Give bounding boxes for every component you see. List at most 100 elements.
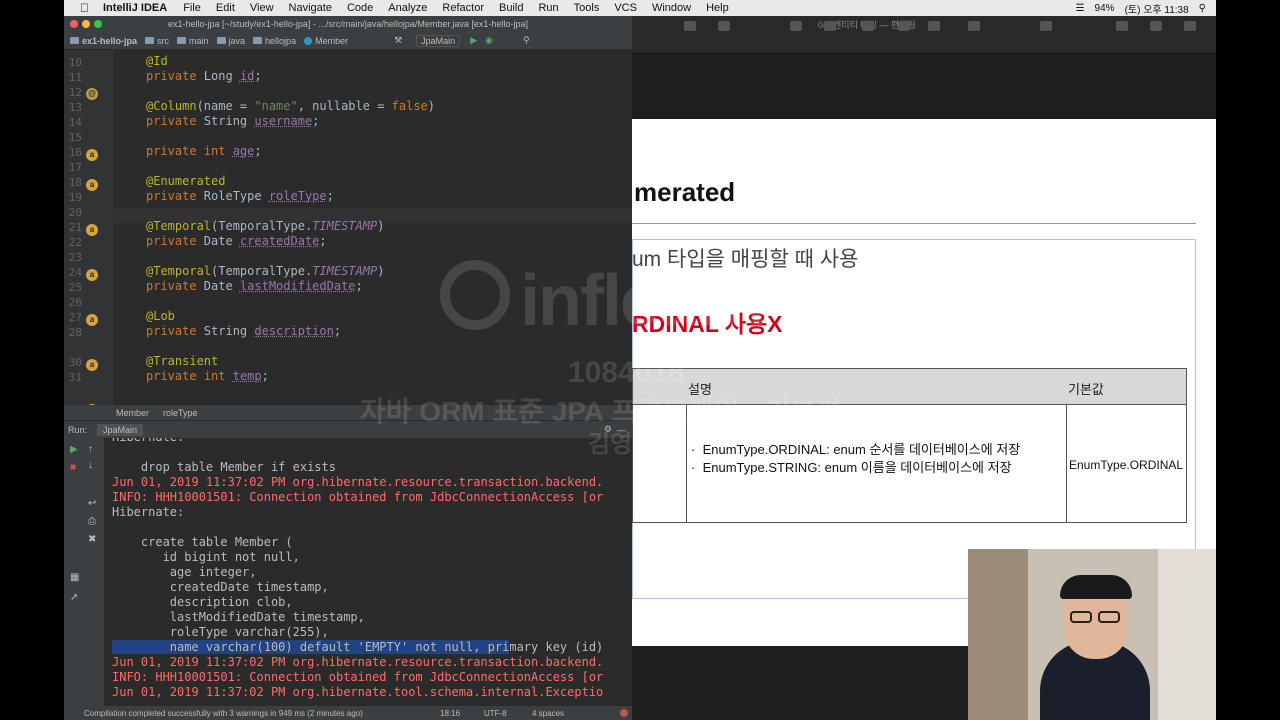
column-marker-icon[interactable]: a <box>86 179 98 191</box>
table-icon[interactable] <box>790 21 802 31</box>
code-line[interactable]: @Id <box>146 54 168 68</box>
code-line[interactable]: private int age; <box>146 144 262 158</box>
close-window-button[interactable] <box>70 20 78 28</box>
collaborate-icon[interactable] <box>1040 21 1052 31</box>
comment-icon[interactable] <box>968 21 980 31</box>
code-line[interactable]: @Column(name = "name", nullable = false) <box>146 99 435 113</box>
caret-position[interactable]: 18:16 <box>440 709 460 718</box>
nav-hellojpa[interactable]: hellojpa <box>253 36 296 46</box>
menu-bar:  IntelliJ IDEA File Edit View Navigate … <box>64 0 1216 16</box>
battery-level[interactable]: 94% <box>1095 3 1115 14</box>
code-line[interactable]: private Long id; <box>146 69 262 83</box>
indent-setting[interactable]: 4 spaces <box>532 709 564 718</box>
nav-java[interactable]: java <box>216 36 245 46</box>
pin-icon[interactable]: ➚ <box>70 592 78 603</box>
folder-icon <box>253 37 263 44</box>
menu-build[interactable]: Build <box>499 2 523 14</box>
table-default-value: EnumType.ORDINAL <box>1069 458 1184 472</box>
settings-icon[interactable]: ⚙ <box>604 424 612 435</box>
nav-main[interactable]: main <box>177 36 209 46</box>
code-line[interactable]: private String username; <box>146 114 319 128</box>
column-marker-icon[interactable]: a <box>86 359 98 371</box>
layout-icon[interactable]: ▦ <box>70 572 79 583</box>
code-line[interactable]: @Lob <box>146 309 175 323</box>
search-everywhere-icon[interactable]: ⚲ <box>523 35 530 46</box>
keynote-live-icon[interactable] <box>718 21 730 31</box>
build-icon[interactable]: ⚒ <box>394 35 402 46</box>
slide-heading: merated <box>634 177 736 207</box>
column-marker-icon[interactable]: a <box>86 149 98 161</box>
menu-tools[interactable]: Tools <box>574 2 600 14</box>
line-number: 16 <box>68 146 82 159</box>
minimize-panel-icon[interactable]: — <box>617 425 626 435</box>
rerun-icon[interactable]: ▶ <box>70 444 78 455</box>
menu-navigate[interactable]: Navigate <box>289 2 332 14</box>
run-icon[interactable]: ▶ <box>470 35 477 46</box>
print-icon[interactable]: ⎙ <box>88 516 96 527</box>
code-line[interactable]: private Date createdDate; <box>146 234 327 248</box>
file-encoding[interactable]: UTF-8 <box>484 709 507 718</box>
breadcrumb-class[interactable]: Member <box>116 408 149 418</box>
run-config-select[interactable]: JpaMain <box>416 34 461 47</box>
code-editor[interactable]: 10 11 12 13 14 15 16 17 18 19 20 21 22 23 24 25 26 27 28 30… <box>64 50 632 419</box>
zoom-window-button[interactable] <box>94 20 102 28</box>
play-icon[interactable] <box>684 21 696 31</box>
wifi-icon[interactable]: ☰ <box>1076 3 1085 14</box>
trash-icon[interactable]: ✖ <box>88 534 96 545</box>
nav-src[interactable]: src <box>145 36 169 46</box>
nav-member[interactable]: Member <box>304 36 348 46</box>
menu-view[interactable]: View <box>250 2 274 14</box>
menu-analyze[interactable]: Analyze <box>388 2 427 14</box>
table-col-divider <box>1066 405 1067 522</box>
scroll-up-icon[interactable]: ↑ <box>88 444 93 455</box>
glasses-icon <box>1070 611 1092 623</box>
scroll-down-icon[interactable]: ↓ <box>88 460 93 471</box>
code-line[interactable]: private String description; <box>146 324 341 338</box>
menu-code[interactable]: Code <box>347 2 373 14</box>
column-marker-icon[interactable]: a <box>86 314 98 326</box>
code-line[interactable]: @Enumerated <box>146 174 225 188</box>
run-tab-jpamain[interactable]: JpaMain <box>97 423 144 436</box>
soft-wrap-icon[interactable]: ↩ <box>88 498 96 509</box>
chart-icon[interactable] <box>824 21 836 31</box>
format-icon[interactable] <box>1116 21 1128 31</box>
notification-icon[interactable] <box>620 709 628 717</box>
id-marker-icon[interactable]: @ <box>86 88 98 100</box>
search-icon[interactable]: ⚲ <box>1199 3 1206 14</box>
debug-icon[interactable]: ◉ <box>485 35 493 46</box>
menu-edit[interactable]: Edit <box>216 2 235 14</box>
animate-icon[interactable] <box>1150 21 1162 31</box>
code-line[interactable]: private Date lastModifiedDate; <box>146 279 363 293</box>
text-icon[interactable] <box>862 21 874 31</box>
column-marker-icon[interactable]: a <box>86 269 98 281</box>
code-line[interactable]: private int temp; <box>146 369 269 383</box>
menu-run[interactable]: Run <box>538 2 558 14</box>
options-table[interactable]: 설명 기본값 · EnumType.ORDINAL: enum 순서를 데이터베… <box>632 368 1187 523</box>
menu-help[interactable]: Help <box>706 2 729 14</box>
shape-icon[interactable] <box>898 21 910 31</box>
menu-window[interactable]: Window <box>652 2 691 14</box>
console-line: INFO: HHH10001501: Connection obtained f… <box>112 670 604 684</box>
column-marker-icon[interactable]: a <box>86 224 98 236</box>
line-number: 10 <box>68 56 82 69</box>
stop-icon[interactable]: ■ <box>70 462 76 473</box>
glasses-icon <box>1098 611 1120 623</box>
code-line[interactable]: @Temporal(TemporalType.TIMESTAMP) <box>146 219 384 233</box>
apple-icon[interactable]:  <box>80 1 89 15</box>
code-line[interactable]: @Temporal(TemporalType.TIMESTAMP) <box>146 264 384 278</box>
code-line[interactable]: @Transient <box>146 354 218 368</box>
menu-refactor[interactable]: Refactor <box>442 2 484 14</box>
wall <box>1158 549 1216 720</box>
minimize-window-button[interactable] <box>82 20 90 28</box>
menu-vcs[interactable]: VCS <box>614 2 637 14</box>
breadcrumb-field[interactable]: roleType <box>163 408 198 418</box>
run-console[interactable]: Hibernate: drop table Member if existsJu… <box>104 438 632 706</box>
menu-file[interactable]: File <box>183 2 201 14</box>
media-icon[interactable] <box>928 21 940 31</box>
nav-project[interactable]: ex1-hello-jpa <box>70 36 137 46</box>
clock[interactable]: (토) 오후 11:38 <box>1125 1 1189 16</box>
document-icon[interactable] <box>1184 21 1196 31</box>
app-menu[interactable]: IntelliJ IDEA <box>103 2 167 14</box>
code-line[interactable]: private RoleType roleType; <box>146 189 334 203</box>
status-message[interactable]: Compilation completed successfully with … <box>84 709 363 718</box>
